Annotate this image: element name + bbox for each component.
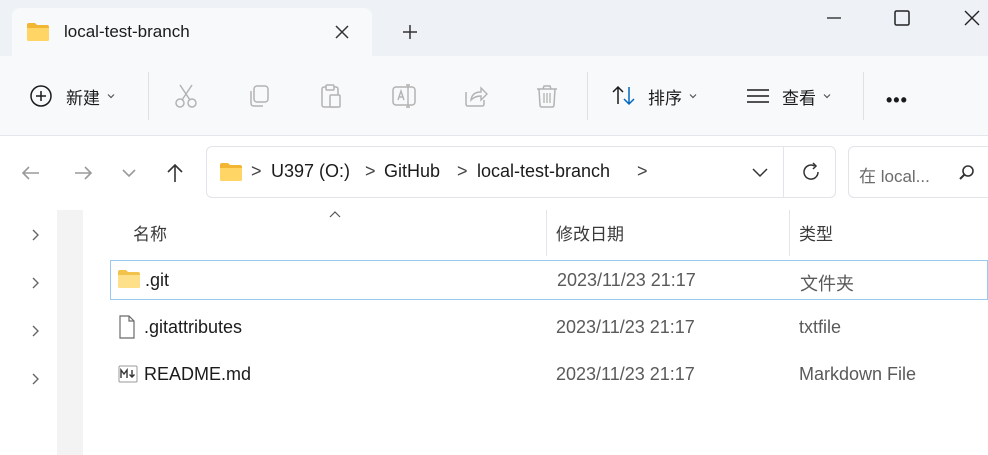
minimize-icon[interactable] xyxy=(822,6,846,30)
breadcrumb-separator[interactable]: > xyxy=(457,161,468,182)
address-bar[interactable]: > U397 (O:) > GitHub > local-test-branch… xyxy=(206,146,836,198)
column-divider[interactable] xyxy=(546,210,547,256)
recent-locations-chevron-icon[interactable] xyxy=(116,160,142,186)
file-type: 文件夹 xyxy=(800,274,854,294)
file-row-readme[interactable]: README.md 2023/11/23 21:17 Markdown File xyxy=(110,355,988,395)
up-arrow-icon[interactable] xyxy=(162,160,188,186)
divider xyxy=(783,147,784,197)
sort-label: 排序 xyxy=(648,88,682,108)
plus-icon[interactable] xyxy=(398,20,422,44)
tab-title: local-test-branch xyxy=(64,22,190,41)
chevron-down-icon xyxy=(823,94,831,99)
address-row: > U397 (O:) > GitHub > local-test-branch… xyxy=(0,136,988,210)
file-type: txtfile xyxy=(799,317,842,337)
file-row-git[interactable]: .git 2023/11/23 21:17 文件夹 xyxy=(110,260,988,300)
folder-icon xyxy=(118,270,140,288)
column-modified[interactable]: 修改日期 xyxy=(556,220,624,245)
file-name: README.md xyxy=(144,364,252,384)
breadcrumb-separator[interactable]: > xyxy=(637,161,648,182)
close-icon[interactable] xyxy=(330,20,354,44)
breadcrumb-separator[interactable]: > xyxy=(251,161,262,182)
file-modified: 2023/11/23 21:17 xyxy=(556,317,695,337)
column-header: 名称 修改日期 类型 xyxy=(110,210,988,256)
navigation-scrollbar[interactable] xyxy=(57,210,83,455)
search-icon[interactable] xyxy=(957,163,977,183)
expand-chevron-icon[interactable] xyxy=(26,226,44,244)
new-button[interactable]: 新建 xyxy=(28,76,116,116)
title-bar: local-test-branch xyxy=(0,0,988,56)
delete-icon[interactable] xyxy=(533,82,561,110)
address-history-chevron-icon[interactable] xyxy=(749,161,771,183)
folder-icon xyxy=(220,163,242,181)
chevron-down-icon xyxy=(107,94,115,99)
breadcrumb-local-test-branch[interactable]: local-test-branch xyxy=(477,161,610,182)
markdown-file-icon xyxy=(118,365,138,383)
forward-arrow-icon[interactable] xyxy=(70,160,96,186)
search-placeholder: 在 local... xyxy=(859,167,930,186)
file-name: .git xyxy=(145,270,170,290)
window-close-icon[interactable] xyxy=(960,6,984,30)
sort-button[interactable]: 排序 xyxy=(610,76,698,116)
column-divider[interactable] xyxy=(789,210,790,256)
breadcrumb-drive[interactable]: U397 (O:) xyxy=(271,161,350,182)
tab-local-test-branch[interactable]: local-test-branch xyxy=(12,8,372,56)
refresh-icon[interactable] xyxy=(799,160,823,184)
expand-chevron-icon[interactable] xyxy=(26,370,44,388)
column-type[interactable]: 类型 xyxy=(799,220,833,245)
divider xyxy=(148,72,149,120)
file-type: Markdown File xyxy=(799,364,917,384)
divider xyxy=(863,72,864,120)
sort-ascending-icon xyxy=(329,211,341,218)
breadcrumb-github[interactable]: GitHub xyxy=(384,161,440,182)
view-button[interactable]: 查看 xyxy=(744,76,832,116)
file-icon xyxy=(119,315,135,339)
folder-icon xyxy=(27,23,49,41)
list-view-icon xyxy=(747,89,769,103)
navigation-pane xyxy=(0,210,86,455)
file-name: .gitattributes xyxy=(144,317,243,337)
plus-circle-icon xyxy=(30,85,52,107)
cut-icon[interactable] xyxy=(172,82,200,110)
chevron-down-icon xyxy=(689,94,697,99)
new-label: 新建 xyxy=(66,88,100,108)
share-icon[interactable] xyxy=(462,82,490,110)
maximize-icon[interactable] xyxy=(890,6,914,30)
file-modified: 2023/11/23 21:17 xyxy=(556,364,695,384)
paste-icon[interactable] xyxy=(317,82,345,110)
breadcrumb-separator[interactable]: > xyxy=(365,161,376,182)
divider xyxy=(587,72,588,120)
command-bar: 新建 排序 查看 ••• xyxy=(0,56,988,136)
copy-icon[interactable] xyxy=(245,82,273,110)
back-arrow-icon[interactable] xyxy=(18,160,44,186)
view-label: 查看 xyxy=(782,88,816,108)
column-name[interactable]: 名称 xyxy=(133,220,167,245)
rename-icon[interactable] xyxy=(390,82,418,110)
sort-icon xyxy=(612,85,635,106)
more-options-button[interactable]: ••• xyxy=(886,80,908,120)
search-input[interactable]: 在 local... xyxy=(848,146,988,198)
file-row-gitattributes[interactable]: .gitattributes 2023/11/23 21:17 txtfile xyxy=(110,308,988,348)
expand-chevron-icon[interactable] xyxy=(26,274,44,292)
file-modified: 2023/11/23 21:17 xyxy=(557,270,696,290)
expand-chevron-icon[interactable] xyxy=(26,322,44,340)
